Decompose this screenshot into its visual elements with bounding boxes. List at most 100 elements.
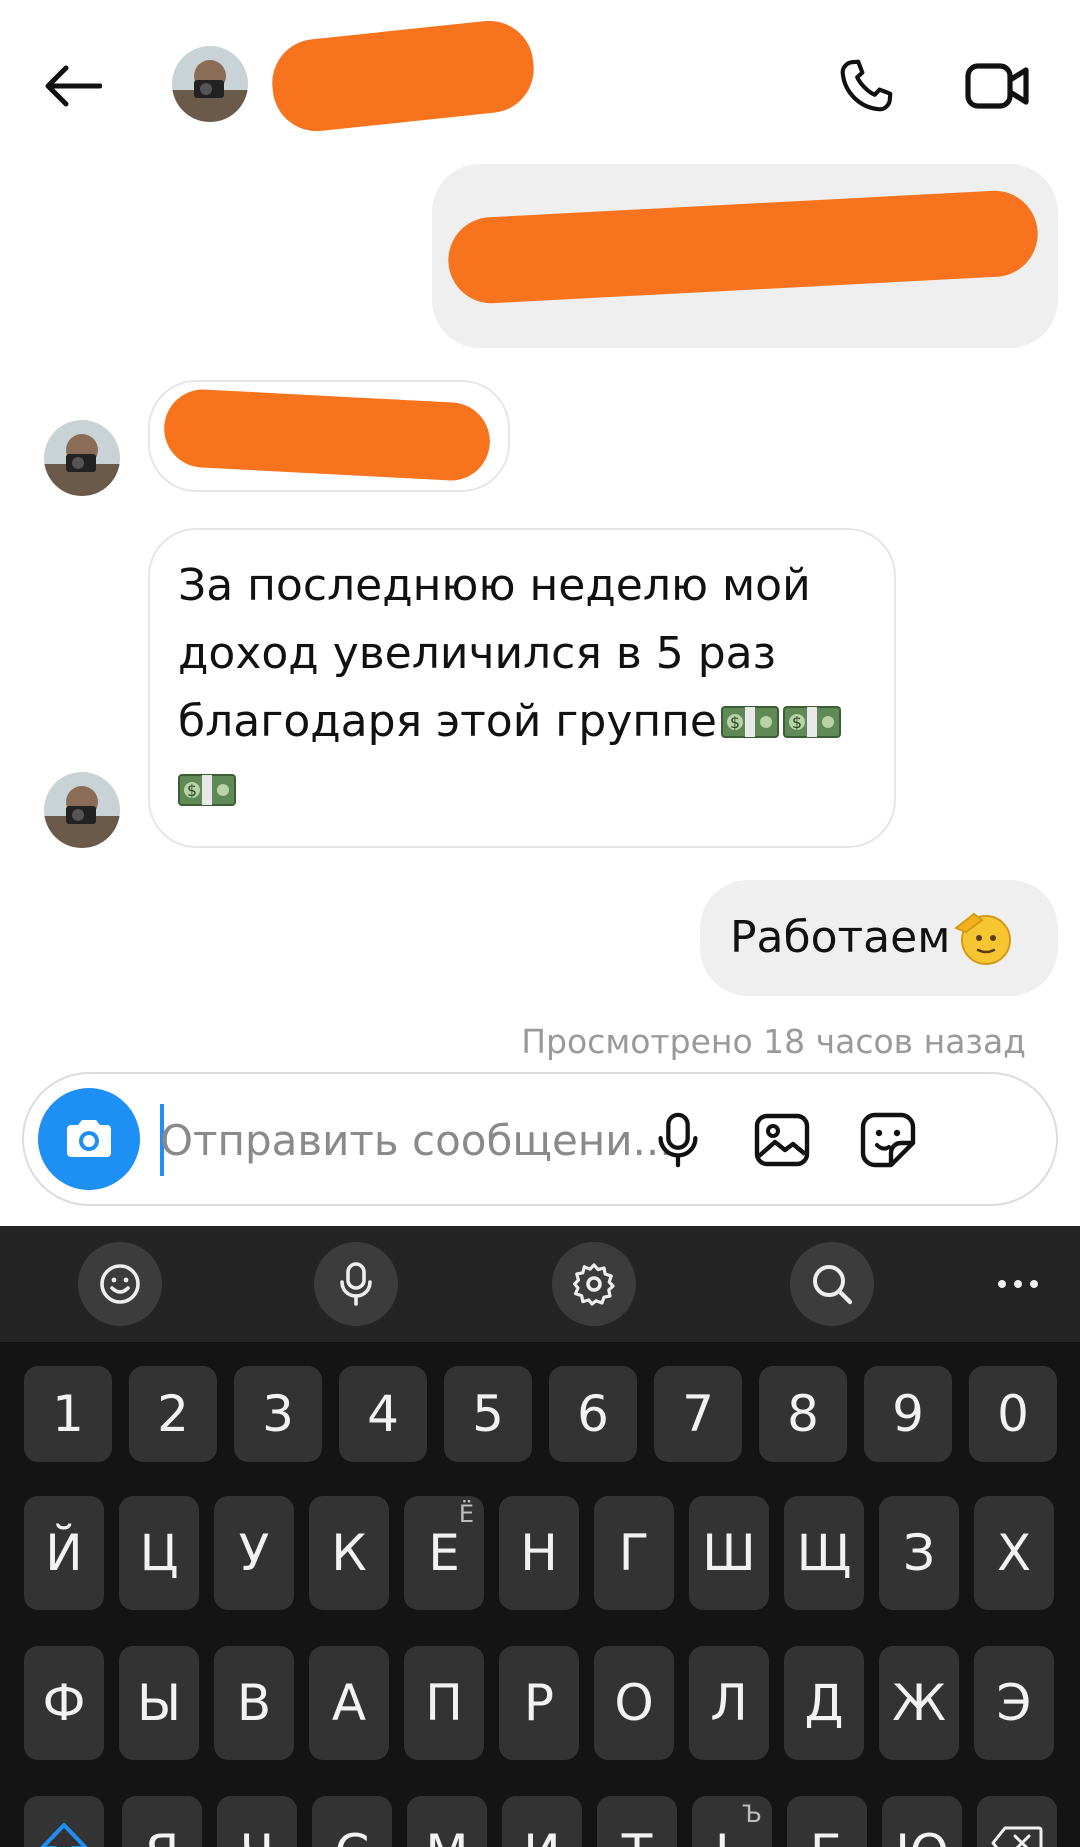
key-letter[interactable]: Х bbox=[974, 1496, 1054, 1610]
outgoing-message-redacted[interactable] bbox=[432, 164, 1058, 348]
key-label: Ф bbox=[42, 1674, 86, 1732]
key-letter[interactable]: Г bbox=[594, 1496, 674, 1610]
key-7[interactable]: 7 bbox=[654, 1366, 742, 1462]
keyboard-emoji-button[interactable] bbox=[78, 1242, 162, 1326]
redacted-text bbox=[162, 387, 492, 483]
keyboard-search-button[interactable] bbox=[790, 1242, 874, 1326]
key-label: С bbox=[335, 1824, 370, 1847]
key-letter[interactable]: Ю bbox=[882, 1796, 962, 1847]
key-2[interactable]: 2 bbox=[129, 1366, 217, 1462]
more-icon bbox=[998, 1280, 1038, 1288]
back-button[interactable] bbox=[36, 50, 108, 122]
key-letter[interactable]: Ч bbox=[217, 1796, 297, 1847]
key-5[interactable]: 5 bbox=[444, 1366, 532, 1462]
key-letter[interactable]: Ж bbox=[879, 1646, 959, 1760]
keyboard-settings-button[interactable] bbox=[552, 1242, 636, 1326]
key-label: Т bbox=[622, 1824, 653, 1847]
contact-avatar[interactable] bbox=[172, 46, 248, 122]
incoming-message-redacted[interactable] bbox=[148, 380, 510, 492]
key-4[interactable]: 4 bbox=[339, 1366, 427, 1462]
key-letter[interactable]: Д bbox=[784, 1646, 864, 1760]
message-line: доход увеличился в 5 раз bbox=[178, 628, 777, 679]
key-letter[interactable]: У bbox=[214, 1496, 294, 1610]
key-letter[interactable]: Л bbox=[689, 1646, 769, 1760]
keyboard-more-button[interactable] bbox=[976, 1242, 1060, 1326]
key-label: 1 bbox=[52, 1385, 84, 1443]
key-letter[interactable]: С bbox=[312, 1796, 392, 1847]
key-letter[interactable]: И bbox=[502, 1796, 582, 1847]
incoming-message[interactable]: За последнюю неделю мой доход увеличился… bbox=[148, 528, 896, 848]
key-6[interactable]: 6 bbox=[549, 1366, 637, 1462]
key-label: Е bbox=[428, 1524, 460, 1582]
key-letter[interactable]: Й bbox=[24, 1496, 104, 1610]
key-label: Д bbox=[804, 1674, 844, 1732]
key-label: Ы bbox=[136, 1674, 182, 1732]
redacted-contact-name bbox=[267, 16, 539, 136]
key-letter[interactable]: Б bbox=[787, 1796, 867, 1847]
svg-text:$: $ bbox=[792, 713, 802, 732]
key-label: У bbox=[238, 1524, 270, 1582]
audio-call-button[interactable] bbox=[830, 50, 902, 122]
saluting-face-emoji bbox=[952, 908, 1016, 968]
key-label: Б bbox=[810, 1824, 844, 1847]
sticker-button[interactable] bbox=[848, 1100, 928, 1180]
camera-button[interactable] bbox=[38, 1088, 140, 1190]
keyboard-voice-button[interactable] bbox=[314, 1242, 398, 1326]
key-alt-label: Ё bbox=[458, 1500, 474, 1528]
message-line: благодаря этой группе $ $ bbox=[178, 688, 866, 756]
key-9[interactable]: 9 bbox=[864, 1366, 952, 1462]
key-letter[interactable]: Н bbox=[499, 1496, 579, 1610]
key-letter[interactable]: Щ bbox=[784, 1496, 864, 1610]
key-label: И bbox=[523, 1824, 560, 1847]
key-letter[interactable]: В bbox=[214, 1646, 294, 1760]
shift-arrow-icon bbox=[40, 1823, 88, 1847]
search-icon bbox=[813, 1265, 853, 1305]
key-1[interactable]: 1 bbox=[24, 1366, 112, 1462]
microphone-icon bbox=[658, 1112, 698, 1168]
key-letter[interactable]: Ш bbox=[689, 1496, 769, 1610]
key-letter[interactable]: Ф bbox=[24, 1646, 104, 1760]
image-icon bbox=[754, 1113, 810, 1167]
key-label: Р bbox=[523, 1674, 555, 1732]
key-label: Щ bbox=[796, 1524, 852, 1582]
sender-avatar[interactable] bbox=[44, 772, 120, 848]
key-3[interactable]: 3 bbox=[234, 1366, 322, 1462]
key-letter[interactable]: К bbox=[309, 1496, 389, 1610]
key-label: Э bbox=[996, 1674, 1032, 1732]
key-letter[interactable]: Ы bbox=[119, 1646, 199, 1760]
key-label: Г bbox=[618, 1524, 650, 1582]
key-label: 3 bbox=[262, 1385, 294, 1443]
key-letter[interactable]: Ц bbox=[119, 1496, 199, 1610]
key-letter[interactable]: Т bbox=[597, 1796, 677, 1847]
key-letter[interactable]: О bbox=[594, 1646, 674, 1760]
video-call-button[interactable] bbox=[958, 50, 1038, 122]
key-8[interactable]: 8 bbox=[759, 1366, 847, 1462]
key-label: 8 bbox=[787, 1385, 819, 1443]
key-letter[interactable]: ЬЪ bbox=[692, 1796, 772, 1847]
backspace-key[interactable] bbox=[977, 1796, 1057, 1847]
key-letter[interactable]: М bbox=[407, 1796, 487, 1847]
keyboard-toolbar bbox=[0, 1226, 1080, 1342]
money-banknote-emoji: $ bbox=[178, 760, 236, 806]
shift-key[interactable] bbox=[24, 1796, 104, 1847]
key-letter[interactable]: П bbox=[404, 1646, 484, 1760]
key-letter[interactable]: Э bbox=[974, 1646, 1054, 1760]
key-label: П bbox=[425, 1674, 463, 1732]
outgoing-message[interactable]: Работаем bbox=[700, 880, 1058, 996]
key-letter[interactable]: З bbox=[879, 1496, 959, 1610]
redacted-text bbox=[446, 188, 1040, 306]
voice-message-button[interactable] bbox=[638, 1100, 718, 1180]
money-banknote-emoji: $ bbox=[721, 692, 779, 738]
key-label: Ч bbox=[240, 1824, 274, 1847]
key-0[interactable]: 0 bbox=[969, 1366, 1057, 1462]
message-composer bbox=[22, 1072, 1058, 1206]
key-label: 7 bbox=[682, 1385, 714, 1443]
key-letter[interactable]: ЕЁ bbox=[404, 1496, 484, 1610]
gallery-button[interactable] bbox=[742, 1100, 822, 1180]
key-letter[interactable]: Я bbox=[122, 1796, 202, 1847]
chat-header bbox=[0, 0, 1080, 160]
key-letter[interactable]: Р bbox=[499, 1646, 579, 1760]
key-label: 4 bbox=[367, 1385, 399, 1443]
key-letter[interactable]: А bbox=[309, 1646, 389, 1760]
sender-avatar[interactable] bbox=[44, 420, 120, 496]
